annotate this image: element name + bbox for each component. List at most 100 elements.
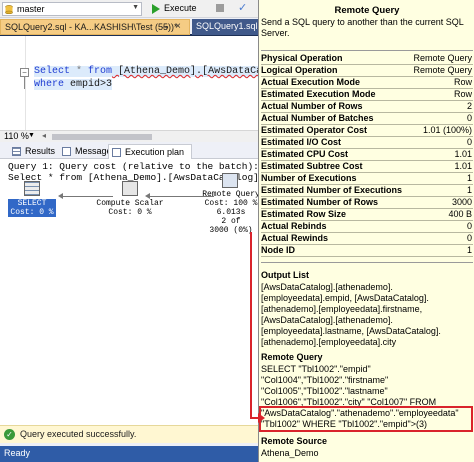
- property-value: 2: [466, 101, 472, 111]
- property-row: Actual Number of Batches 0: [261, 113, 473, 125]
- property-value: 1: [466, 173, 472, 183]
- document-tabbar: SQLQuery2.sql - KA...KASHISH\Test (55))*…: [0, 18, 258, 36]
- highlight-box: [259, 406, 473, 432]
- property-value: 1: [466, 185, 472, 195]
- tab-sqlquery1[interactable]: SQLQuery1.sql - KA...: [192, 19, 258, 35]
- output-list-line: [employeedata].lastname, [AwsDataCatalog…: [261, 326, 441, 336]
- operator-label: SELECT: [8, 199, 56, 208]
- property-row: Estimated Number of Executions 1: [261, 185, 473, 197]
- callout-line: [250, 232, 252, 418]
- collapse-icon[interactable]: −: [20, 68, 29, 77]
- tab-sqlquery2[interactable]: SQLQuery2.sql - KA...KASHISH\Test (55))*…: [0, 19, 190, 35]
- property-row: Logical Operation Remote Query: [261, 65, 473, 77]
- remote-query-icon: [222, 173, 238, 188]
- operator-cost: Cost: 100 %: [204, 199, 258, 208]
- remote-query-line: SELECT "Tbl1002"."empid": [261, 364, 371, 374]
- query-editor[interactable]: − Select * from [Athena_Demo].[AwsDataCa…: [0, 36, 258, 130]
- property-value: 1: [466, 245, 472, 255]
- tab-results[interactable]: Results: [12, 144, 68, 159]
- tab-label: SQLQuery1.sql - KA...: [196, 21, 258, 31]
- sql-line-2: where empid>3: [34, 79, 113, 90]
- execution-status-bar: ✓ Query executed successfully.: [0, 425, 258, 443]
- parse-check-icon[interactable]: ✓: [238, 1, 247, 15]
- callout-line: [250, 417, 258, 419]
- property-name: Estimated Row Size: [261, 209, 347, 219]
- close-icon[interactable]: ×: [175, 21, 181, 32]
- property-row: Physical Operation Remote Query: [261, 53, 473, 65]
- operator-label: Remote Query: [202, 190, 258, 199]
- query-cost-line: Query 1: Query cost (relative to the bat…: [8, 161, 258, 172]
- property-name: Actual Rewinds: [261, 233, 329, 243]
- property-row: Node ID 1: [261, 245, 473, 257]
- operator-tooltip: Remote Query Send a SQL query to another…: [258, 0, 474, 462]
- property-row: Estimated Row Size 400 B: [261, 209, 473, 221]
- property-value: Remote Query: [413, 65, 472, 75]
- remote-query-line: "Col1005","Tbl1002"."lastname": [261, 386, 388, 396]
- database-select[interactable]: master ▼: [2, 2, 142, 16]
- execute-label: Execute: [164, 3, 197, 13]
- pin-icon[interactable]: ⊸: [161, 22, 169, 33]
- sql-object: [Athena_Demo].[AwsDataCatalog]: [118, 66, 258, 77]
- sql-keyword: where: [34, 79, 65, 90]
- remote-query-line: "Col1004","Tbl1002"."firstname": [261, 375, 389, 385]
- sql-star: *: [70, 66, 89, 77]
- property-row: Estimated Operator Cost 1.01 (100%): [261, 125, 473, 137]
- tab-label: Results: [25, 146, 56, 156]
- property-name: Actual Rebinds: [261, 221, 327, 231]
- property-row: Actual Execution Mode Row: [261, 77, 473, 89]
- property-name: Physical Operation: [261, 53, 343, 63]
- play-icon: [152, 4, 160, 14]
- data-flow-arrow: [61, 196, 113, 197]
- sql-condition: empid>3: [64, 79, 113, 90]
- callout-arrow-icon: [258, 413, 265, 423]
- execution-status-text: Query executed successfully.: [20, 429, 137, 439]
- editor-margin: [0, 36, 26, 130]
- operator-time: 6.013s: [216, 208, 246, 217]
- property-name: Estimated Number of Rows: [261, 197, 379, 207]
- property-row: Estimated Number of Rows 3000: [261, 197, 473, 209]
- tooltip-title: Remote Query: [334, 5, 400, 16]
- sql-line-1: Select * from [Athena_Demo].[AwsDataCata…: [34, 66, 258, 77]
- property-value: 1.01 (100%): [422, 125, 472, 135]
- chevron-down-icon[interactable]: ▼: [28, 132, 35, 139]
- application-status-text: Ready: [4, 448, 31, 458]
- property-name: Estimated CPU Cost: [261, 149, 349, 159]
- execution-plan-icon: [112, 148, 121, 157]
- property-row: Estimated I/O Cost 0: [261, 137, 473, 149]
- property-name: Number of Executions: [261, 173, 357, 183]
- database-icon: [5, 5, 13, 14]
- property-name: Node ID: [261, 245, 296, 255]
- horizontal-scrollbar[interactable]: [52, 134, 152, 140]
- property-name: Logical Operation: [261, 65, 338, 75]
- result-icon: [24, 181, 40, 196]
- property-name: Estimated Number of Executions: [261, 185, 403, 195]
- output-list-line: [AwsDataCatalog].[athenademo].: [261, 282, 393, 292]
- output-list: [AwsDataCatalog].[athenademo]. [employee…: [261, 282, 473, 348]
- property-value: 400 B: [448, 209, 472, 219]
- property-value: 0: [466, 113, 472, 123]
- property-name: Estimated Operator Cost: [261, 125, 368, 135]
- output-list-line: [employeedata].empid, [AwsDataCatalog].: [261, 293, 429, 303]
- property-name: Actual Number of Rows: [261, 101, 363, 111]
- property-value: Row: [453, 77, 472, 87]
- remote-source-heading: Remote Source: [261, 436, 328, 446]
- stop-icon[interactable]: [216, 4, 224, 12]
- execution-plan-pane[interactable]: Query 1: Query cost (relative to the bat…: [0, 159, 258, 425]
- zoom-select[interactable]: 110 %: [4, 131, 29, 141]
- output-list-line: [athenademo].[employeedata].firstname,: [261, 304, 423, 314]
- property-value: 1.01: [454, 149, 472, 159]
- property-table: Physical Operation Remote Query Logical O…: [261, 53, 473, 257]
- property-row: Estimated CPU Cost 1.01: [261, 149, 473, 161]
- operator-cost: Cost: 0 %: [108, 208, 152, 217]
- property-value: 0: [466, 137, 472, 147]
- scroll-left-icon[interactable]: ◂: [42, 131, 46, 140]
- property-row: Actual Rebinds 0: [261, 221, 473, 233]
- property-name: Estimated Subtree Cost: [261, 161, 363, 171]
- remote-source-value: Athena_Demo: [261, 448, 319, 458]
- property-name: Estimated Execution Mode: [261, 89, 376, 99]
- tab-execution-plan[interactable]: Execution plan: [108, 144, 192, 159]
- execute-button[interactable]: Execute: [150, 2, 210, 16]
- chevron-down-icon: ▼: [132, 4, 139, 11]
- property-name: Estimated I/O Cost: [261, 137, 342, 147]
- tooltip-description: Send a SQL query to another than the cur…: [261, 17, 464, 38]
